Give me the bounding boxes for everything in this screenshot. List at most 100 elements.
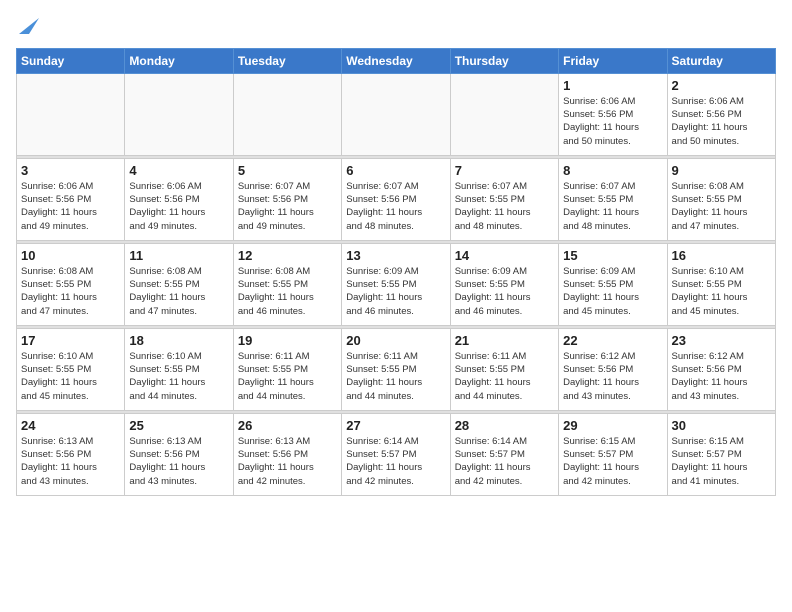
day-info: Sunrise: 6:12 AM Sunset: 5:56 PM Dayligh… <box>672 350 771 403</box>
day-info: Sunrise: 6:08 AM Sunset: 5:55 PM Dayligh… <box>672 180 771 233</box>
page-header <box>16 16 776 36</box>
calendar-cell: 29Sunrise: 6:15 AM Sunset: 5:57 PM Dayli… <box>559 413 667 495</box>
day-number: 28 <box>455 418 554 433</box>
day-info: Sunrise: 6:11 AM Sunset: 5:55 PM Dayligh… <box>346 350 445 403</box>
day-info: Sunrise: 6:14 AM Sunset: 5:57 PM Dayligh… <box>455 435 554 488</box>
day-number: 18 <box>129 333 228 348</box>
day-number: 17 <box>21 333 120 348</box>
calendar-header: SundayMondayTuesdayWednesdayThursdayFrid… <box>17 48 776 73</box>
day-number: 3 <box>21 163 120 178</box>
day-number: 24 <box>21 418 120 433</box>
weekday-header-friday: Friday <box>559 48 667 73</box>
day-info: Sunrise: 6:15 AM Sunset: 5:57 PM Dayligh… <box>672 435 771 488</box>
calendar-cell <box>17 73 125 155</box>
day-info: Sunrise: 6:07 AM Sunset: 5:56 PM Dayligh… <box>238 180 337 233</box>
weekday-header-saturday: Saturday <box>667 48 775 73</box>
day-info: Sunrise: 6:11 AM Sunset: 5:55 PM Dayligh… <box>238 350 337 403</box>
day-number: 11 <box>129 248 228 263</box>
day-info: Sunrise: 6:06 AM Sunset: 5:56 PM Dayligh… <box>672 95 771 148</box>
calendar-cell: 18 Sunrise: 6:10 AM Sunset: 5:55 PM Dayli… <box>125 328 233 410</box>
day-info: Sunrise: 6:08 AM Sunset: 5:55 PM Dayligh… <box>238 265 337 318</box>
day-number: 22 <box>563 333 662 348</box>
calendar-cell: 25 Sunrise: 6:13 AM Sunset: 5:56 PM Dayli… <box>125 413 233 495</box>
day-info: Sunrise: 6:09 AM Sunset: 5:55 PM Dayligh… <box>455 265 554 318</box>
weekday-header-wednesday: Wednesday <box>342 48 450 73</box>
day-number: 26 <box>238 418 337 433</box>
day-number: 6 <box>346 163 445 178</box>
calendar-week-row: 17 Sunrise: 6:10 AM Sunset: 5:55 PM Dayli… <box>17 328 776 410</box>
day-number: 29 <box>563 418 662 433</box>
day-info: Sunrise: 6:14 AM Sunset: 5:57 PM Dayligh… <box>346 435 445 488</box>
calendar-week-row: 3 Sunrise: 6:06 AM Sunset: 5:56 PM Daylig… <box>17 158 776 240</box>
day-number: 30 <box>672 418 771 433</box>
calendar-cell: 11 Sunrise: 6:08 AM Sunset: 5:55 PM Dayli… <box>125 243 233 325</box>
day-number: 2 <box>672 78 771 93</box>
calendar-cell: 16 Sunrise: 6:10 AM Sunset: 5:55 PM Dayli… <box>667 243 775 325</box>
calendar-cell: 4Sunrise: 6:06 AM Sunset: 5:56 PM Daylig… <box>125 158 233 240</box>
calendar-cell <box>342 73 450 155</box>
calendar-cell <box>125 73 233 155</box>
calendar-cell: 24 Sunrise: 6:13 AM Sunset: 5:56 PM Dayli… <box>17 413 125 495</box>
calendar-cell: 27 Sunrise: 6:14 AM Sunset: 5:57 PM Dayli… <box>342 413 450 495</box>
day-number: 16 <box>672 248 771 263</box>
day-number: 7 <box>455 163 554 178</box>
calendar-week-row: 10 Sunrise: 6:08 AM Sunset: 5:55 PM Dayli… <box>17 243 776 325</box>
day-info: Sunrise: 6:07 AM Sunset: 5:55 PM Dayligh… <box>563 180 662 233</box>
weekday-header-row: SundayMondayTuesdayWednesdayThursdayFrid… <box>17 48 776 73</box>
calendar-cell: 19 Sunrise: 6:11 AM Sunset: 5:55 PM Dayli… <box>233 328 341 410</box>
day-number: 9 <box>672 163 771 178</box>
day-info: Sunrise: 6:12 AM Sunset: 5:56 PM Dayligh… <box>563 350 662 403</box>
day-info: Sunrise: 6:07 AM Sunset: 5:56 PM Dayligh… <box>346 180 445 233</box>
day-number: 13 <box>346 248 445 263</box>
weekday-header-monday: Monday <box>125 48 233 73</box>
calendar-cell: 2 Sunrise: 6:06 AM Sunset: 5:56 PM Daylig… <box>667 73 775 155</box>
calendar-cell: 7 Sunrise: 6:07 AM Sunset: 5:55 PM Daylig… <box>450 158 558 240</box>
logo <box>16 16 39 36</box>
day-info: Sunrise: 6:06 AM Sunset: 5:56 PM Dayligh… <box>21 180 120 233</box>
calendar-cell: 15Sunrise: 6:09 AM Sunset: 5:55 PM Dayli… <box>559 243 667 325</box>
day-number: 4 <box>129 163 228 178</box>
calendar-cell: 6 Sunrise: 6:07 AM Sunset: 5:56 PM Daylig… <box>342 158 450 240</box>
day-info: Sunrise: 6:08 AM Sunset: 5:55 PM Dayligh… <box>129 265 228 318</box>
day-info: Sunrise: 6:10 AM Sunset: 5:55 PM Dayligh… <box>672 265 771 318</box>
calendar-week-row: 1Sunrise: 6:06 AM Sunset: 5:56 PM Daylig… <box>17 73 776 155</box>
calendar-cell: 8 Sunrise: 6:07 AM Sunset: 5:55 PM Daylig… <box>559 158 667 240</box>
day-number: 10 <box>21 248 120 263</box>
day-number: 5 <box>238 163 337 178</box>
day-number: 8 <box>563 163 662 178</box>
day-number: 21 <box>455 333 554 348</box>
calendar-cell: 3 Sunrise: 6:06 AM Sunset: 5:56 PM Daylig… <box>17 158 125 240</box>
day-info: Sunrise: 6:06 AM Sunset: 5:56 PM Dayligh… <box>563 95 662 148</box>
calendar-cell: 17 Sunrise: 6:10 AM Sunset: 5:55 PM Dayli… <box>17 328 125 410</box>
day-info: Sunrise: 6:07 AM Sunset: 5:55 PM Dayligh… <box>455 180 554 233</box>
day-info: Sunrise: 6:11 AM Sunset: 5:55 PM Dayligh… <box>455 350 554 403</box>
weekday-header-thursday: Thursday <box>450 48 558 73</box>
calendar-cell <box>233 73 341 155</box>
calendar-cell: 9 Sunrise: 6:08 AM Sunset: 5:55 PM Daylig… <box>667 158 775 240</box>
calendar-cell: 20 Sunrise: 6:11 AM Sunset: 5:55 PM Dayli… <box>342 328 450 410</box>
day-info: Sunrise: 6:13 AM Sunset: 5:56 PM Dayligh… <box>21 435 120 488</box>
calendar-cell: 28 Sunrise: 6:14 AM Sunset: 5:57 PM Dayli… <box>450 413 558 495</box>
day-number: 15 <box>563 248 662 263</box>
calendar-cell: 30 Sunrise: 6:15 AM Sunset: 5:57 PM Dayli… <box>667 413 775 495</box>
calendar-cell: 10 Sunrise: 6:08 AM Sunset: 5:55 PM Dayli… <box>17 243 125 325</box>
weekday-header-sunday: Sunday <box>17 48 125 73</box>
calendar-cell: 1Sunrise: 6:06 AM Sunset: 5:56 PM Daylig… <box>559 73 667 155</box>
day-info: Sunrise: 6:09 AM Sunset: 5:55 PM Dayligh… <box>346 265 445 318</box>
calendar-cell: 21 Sunrise: 6:11 AM Sunset: 5:55 PM Dayli… <box>450 328 558 410</box>
day-number: 23 <box>672 333 771 348</box>
day-number: 19 <box>238 333 337 348</box>
logo-bird-icon <box>19 10 39 34</box>
calendar-cell <box>450 73 558 155</box>
calendar-cell: 13 Sunrise: 6:09 AM Sunset: 5:55 PM Dayli… <box>342 243 450 325</box>
day-info: Sunrise: 6:10 AM Sunset: 5:55 PM Dayligh… <box>129 350 228 403</box>
calendar-table: SundayMondayTuesdayWednesdayThursdayFrid… <box>16 48 776 496</box>
day-info: Sunrise: 6:10 AM Sunset: 5:55 PM Dayligh… <box>21 350 120 403</box>
day-number: 27 <box>346 418 445 433</box>
calendar-body: 1Sunrise: 6:06 AM Sunset: 5:56 PM Daylig… <box>17 73 776 495</box>
day-number: 20 <box>346 333 445 348</box>
day-info: Sunrise: 6:13 AM Sunset: 5:56 PM Dayligh… <box>129 435 228 488</box>
day-number: 25 <box>129 418 228 433</box>
day-info: Sunrise: 6:08 AM Sunset: 5:55 PM Dayligh… <box>21 265 120 318</box>
weekday-header-tuesday: Tuesday <box>233 48 341 73</box>
